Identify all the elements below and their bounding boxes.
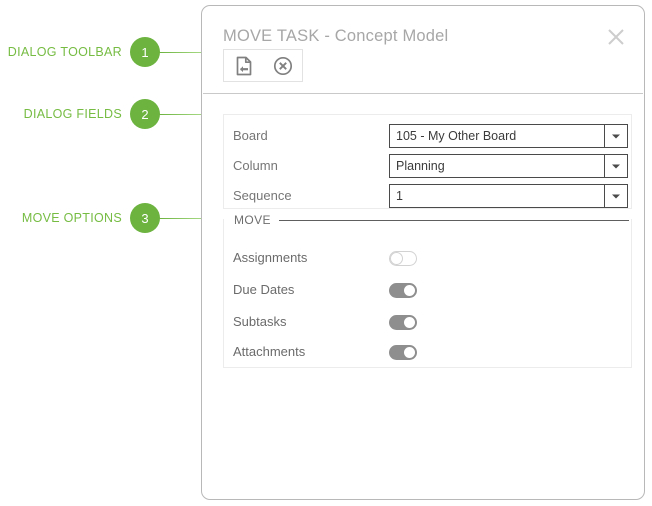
option-row-due-dates: Due Dates [224, 280, 631, 300]
move-options-group: MOVE Assignments Due Dates Subtasks Atta… [223, 212, 632, 368]
option-row-subtasks: Subtasks [224, 312, 631, 332]
annotation-dialog-fields: DIALOG FIELDS 2 [4, 99, 225, 129]
option-label-subtasks: Subtasks [233, 314, 287, 329]
toolbar-separator [203, 93, 643, 94]
move-task-dialog: MOVE TASK - Concept Model Board 105 - My… [201, 5, 645, 500]
chevron-down-icon[interactable] [604, 185, 627, 207]
field-row-column: Column Planning [224, 154, 631, 178]
dialog-fields-group: Board 105 - My Other Board Column Planni… [223, 114, 632, 209]
close-icon[interactable] [605, 26, 627, 48]
toggle-knob [403, 283, 416, 297]
annotation-label-1: DIALOG TOOLBAR [7, 45, 122, 59]
option-label-assignments: Assignments [233, 250, 308, 265]
toggle-knob [390, 251, 403, 265]
field-label-sequence: Sequence [233, 188, 292, 203]
annotation-badge-2: 2 [130, 99, 160, 129]
chevron-down-icon[interactable] [604, 125, 627, 147]
sequence-select-value: 1 [396, 189, 403, 203]
dialog-title: MOVE TASK - Concept Model [223, 27, 449, 45]
annotation-label-2: DIALOG FIELDS [23, 107, 122, 121]
move-options-rule [278, 219, 629, 221]
chevron-down-icon[interactable] [604, 155, 627, 177]
option-row-attachments: Attachments [224, 342, 631, 362]
field-row-board: Board 105 - My Other Board [224, 124, 631, 148]
move-task-icon[interactable] [224, 50, 263, 81]
toggle-due-dates[interactable] [389, 282, 417, 298]
move-options-legend-row: MOVE [224, 212, 631, 228]
option-label-attachments: Attachments [233, 344, 306, 359]
annotation-label-3: MOVE OPTIONS [21, 211, 122, 225]
field-label-board: Board [233, 128, 268, 143]
annotation-badge-1: 1 [130, 37, 160, 67]
toggle-subtasks[interactable] [389, 314, 417, 330]
sequence-select[interactable]: 1 [389, 184, 628, 208]
field-row-sequence: Sequence 1 [224, 184, 631, 208]
toggle-attachments[interactable] [389, 344, 417, 360]
toggle-knob [403, 315, 416, 329]
column-select[interactable]: Planning [389, 154, 628, 178]
board-select-value: 105 - My Other Board [396, 129, 517, 143]
field-label-column: Column [233, 158, 278, 173]
toggle-assignments[interactable] [389, 250, 417, 266]
option-row-assignments: Assignments [224, 248, 631, 268]
board-select[interactable]: 105 - My Other Board [389, 124, 628, 148]
toggle-knob [403, 345, 416, 359]
annotation-dialog-toolbar: DIALOG TOOLBAR 1 [4, 37, 225, 67]
cancel-circle-x-icon[interactable] [263, 50, 302, 81]
option-label-due-dates: Due Dates [233, 282, 295, 297]
annotation-badge-3: 3 [130, 203, 160, 233]
move-options-legend: MOVE [224, 213, 279, 227]
column-select-value: Planning [396, 159, 445, 173]
annotation-move-options: MOVE OPTIONS 3 [4, 203, 225, 233]
dialog-toolbar [223, 49, 303, 82]
